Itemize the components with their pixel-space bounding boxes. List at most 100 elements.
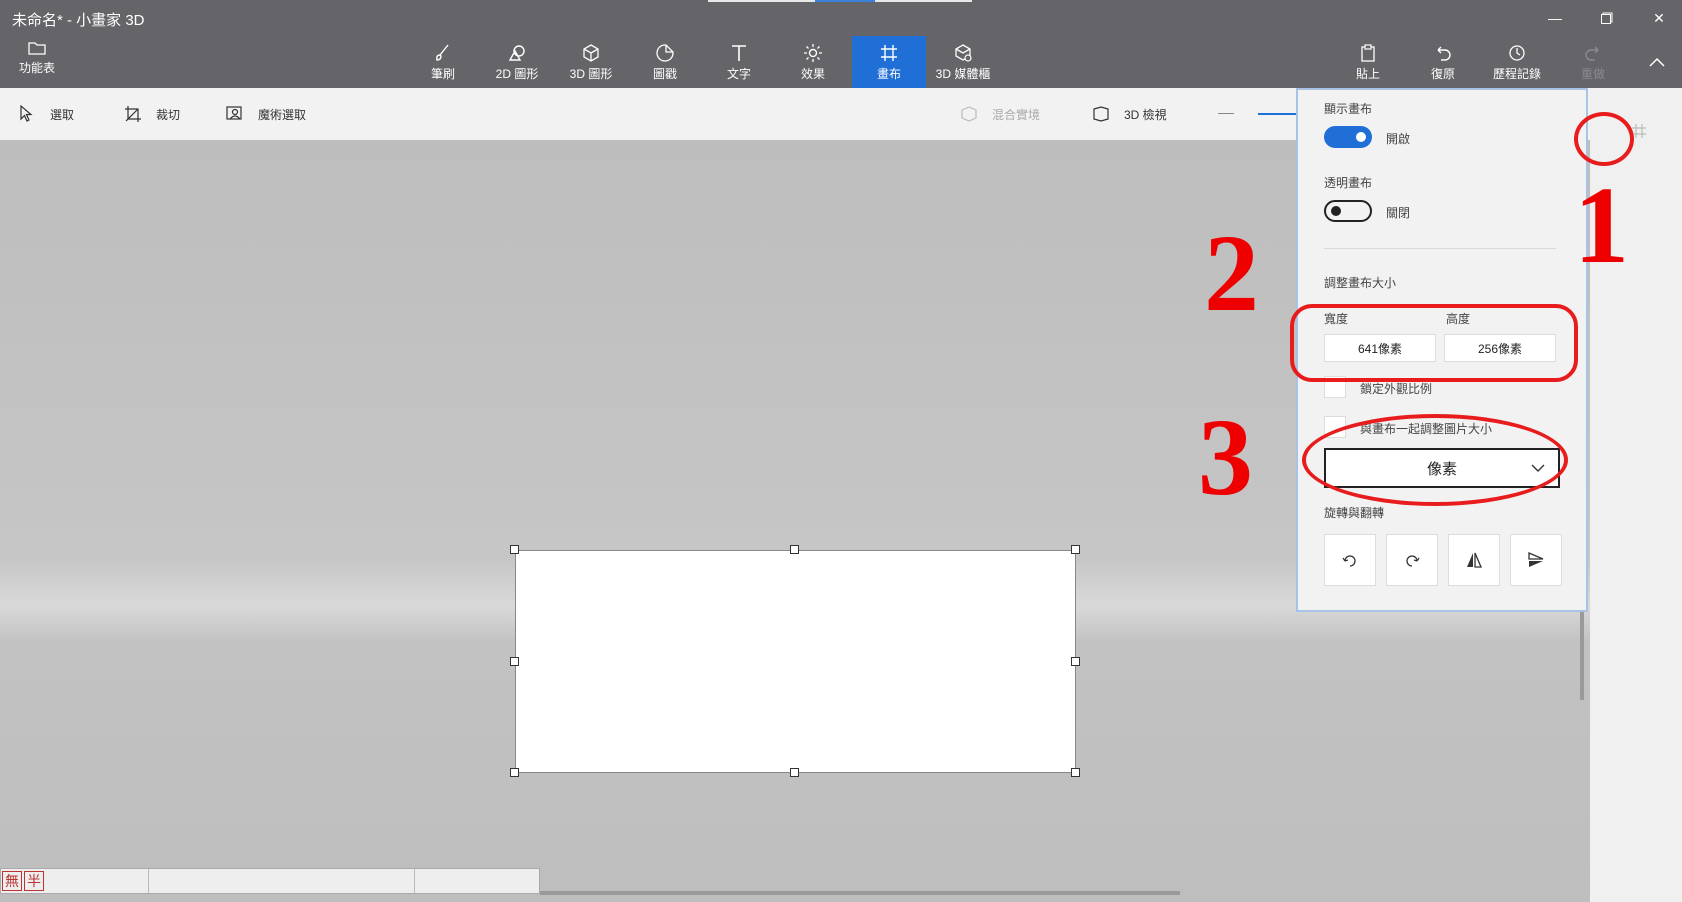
tool-label: 圖戳 bbox=[652, 66, 677, 81]
history-icon bbox=[1509, 44, 1525, 61]
close-icon[interactable]: ✕ bbox=[1636, 6, 1682, 30]
tool-label: 文字 bbox=[726, 66, 751, 81]
zoom-slider[interactable] bbox=[1258, 113, 1298, 115]
rotate-right-button[interactable] bbox=[1386, 534, 1438, 586]
2d-shapes-icon bbox=[508, 44, 525, 61]
transparent-canvas-state: 關閉 bbox=[1386, 206, 1411, 220]
resize-handle[interactable] bbox=[1071, 657, 1080, 666]
tool-label: 筆刷 bbox=[430, 66, 455, 81]
magic-select-button[interactable]: 魔術選取 bbox=[226, 102, 306, 126]
tool-label: 2D 圖形 bbox=[495, 66, 539, 81]
text-icon bbox=[732, 44, 746, 61]
effects-icon bbox=[804, 43, 822, 62]
view-3d-label: 3D 檢視 bbox=[1124, 107, 1167, 122]
paste-icon bbox=[1361, 43, 1375, 62]
crop-label: 裁切 bbox=[156, 107, 181, 122]
lock-aspect-label: 鎖定外觀比例 bbox=[1360, 382, 1433, 396]
undo-button[interactable]: 復原 bbox=[1406, 36, 1480, 88]
undo-icon bbox=[1437, 46, 1451, 61]
transparent-canvas-label: 透明畫布 bbox=[1324, 176, 1373, 190]
tool-label: 畫布 bbox=[876, 66, 901, 81]
mixed-reality-icon bbox=[961, 106, 977, 122]
rotate-flip-label: 旋轉與翻轉 bbox=[1324, 506, 1385, 520]
tool-label: 3D 圖形 bbox=[569, 66, 613, 81]
resize-handle[interactable] bbox=[510, 768, 519, 777]
view-3d-icon bbox=[1093, 106, 1109, 122]
tool-label: 效果 bbox=[800, 66, 825, 81]
tool-3d-shapes[interactable]: 3D 圖形 bbox=[554, 36, 628, 88]
flip-vertical-icon bbox=[1528, 552, 1544, 567]
chevron-up-icon[interactable] bbox=[1634, 50, 1680, 74]
transparent-canvas-toggle[interactable] bbox=[1324, 200, 1372, 222]
status-cell bbox=[45, 869, 149, 893]
history-button[interactable]: 歷程記錄 bbox=[1480, 36, 1554, 88]
canvas-icon bbox=[881, 44, 897, 61]
annotation-circle-3 bbox=[1302, 414, 1568, 506]
ime-statusbar: 無 半 bbox=[0, 868, 540, 894]
annotation-number-2: 2 bbox=[1204, 212, 1259, 334]
resize-canvas-label: 調整畫布大小 bbox=[1324, 276, 1397, 290]
status-cell bbox=[415, 869, 535, 893]
magic-select-icon bbox=[226, 106, 242, 120]
paste-button[interactable]: 貼上 bbox=[1331, 36, 1405, 88]
panel-divider bbox=[1324, 248, 1556, 249]
cursor-icon bbox=[20, 105, 33, 122]
annotation-number-3: 3 bbox=[1198, 396, 1253, 518]
resize-handle[interactable] bbox=[510, 657, 519, 666]
horizontal-scrollbar[interactable] bbox=[540, 891, 1180, 895]
3d-shapes-icon bbox=[583, 43, 599, 62]
drawing-canvas[interactable] bbox=[515, 550, 1076, 773]
menu-button[interactable]: 功能表 bbox=[12, 40, 62, 76]
zoom-minus-icon[interactable] bbox=[1218, 113, 1234, 114]
rotate-right-icon bbox=[1406, 555, 1420, 567]
select-label: 選取 bbox=[50, 107, 75, 122]
title-toolbar: 未命名* - 小畫家 3D — ✕ 功能表 筆刷 2D 圖形 3D 圖形 圖戳 … bbox=[0, 0, 1682, 88]
crop-button[interactable]: 裁切 bbox=[124, 102, 180, 126]
ime-width[interactable]: 半 bbox=[24, 871, 44, 891]
tool-text[interactable]: 文字 bbox=[702, 36, 776, 88]
rotate-left-button[interactable] bbox=[1324, 534, 1376, 586]
tool-canvas[interactable]: 畫布 bbox=[852, 36, 926, 88]
vertical-scrollbar[interactable] bbox=[1580, 600, 1584, 700]
show-canvas-toggle[interactable] bbox=[1324, 126, 1372, 148]
brush-icon bbox=[436, 44, 449, 61]
flip-vertical-button[interactable] bbox=[1510, 534, 1562, 586]
show-canvas-state: 開啟 bbox=[1386, 132, 1411, 146]
show-canvas-label: 顯示畫布 bbox=[1324, 102, 1373, 116]
tool-2d-shapes[interactable]: 2D 圖形 bbox=[480, 36, 554, 88]
tool-3d-library[interactable]: 3D 媒體櫃 bbox=[926, 36, 1000, 88]
resize-handle[interactable] bbox=[790, 768, 799, 777]
undo-label: 復原 bbox=[1430, 66, 1455, 81]
redo-label: 重做 bbox=[1580, 66, 1605, 81]
ime-mode[interactable]: 無 bbox=[2, 871, 22, 891]
resize-handle[interactable] bbox=[1071, 545, 1080, 554]
resize-handle[interactable] bbox=[1071, 768, 1080, 777]
crop-icon bbox=[125, 106, 141, 122]
select-button[interactable]: 選取 bbox=[18, 102, 74, 126]
flip-horizontal-button[interactable] bbox=[1448, 534, 1500, 586]
rotate-left-icon bbox=[1342, 555, 1356, 567]
3d-library-icon bbox=[955, 43, 972, 62]
maximize-icon[interactable] bbox=[1584, 6, 1630, 30]
tool-effects[interactable]: 效果 bbox=[776, 36, 850, 88]
flip-horizontal-icon bbox=[1467, 552, 1482, 568]
resize-handle[interactable] bbox=[510, 545, 519, 554]
annotation-circle-1 bbox=[1574, 112, 1634, 166]
magic-select-label: 魔術選取 bbox=[258, 107, 307, 122]
mixed-reality-label: 混合實境 bbox=[992, 107, 1041, 122]
view-3d-button[interactable]: 3D 檢視 bbox=[1092, 102, 1167, 126]
folder-icon bbox=[28, 42, 46, 55]
sticker-icon bbox=[656, 43, 674, 62]
redo-icon bbox=[1585, 46, 1599, 61]
tool-brushes[interactable]: 筆刷 bbox=[406, 36, 480, 88]
mixed-reality-button[interactable]: 混合實境 bbox=[960, 102, 1040, 126]
resize-handle[interactable] bbox=[790, 545, 799, 554]
minimize-icon[interactable]: — bbox=[1532, 6, 1578, 30]
tool-label: 3D 媒體櫃 bbox=[935, 66, 991, 81]
redo-button[interactable]: 重做 bbox=[1556, 36, 1630, 88]
window-title: 未命名* - 小畫家 3D bbox=[12, 12, 145, 29]
tool-stickers[interactable]: 圖戳 bbox=[628, 36, 702, 88]
status-cell bbox=[149, 869, 415, 893]
menu-label: 功能表 bbox=[18, 61, 55, 75]
annotation-box-2 bbox=[1290, 304, 1578, 382]
